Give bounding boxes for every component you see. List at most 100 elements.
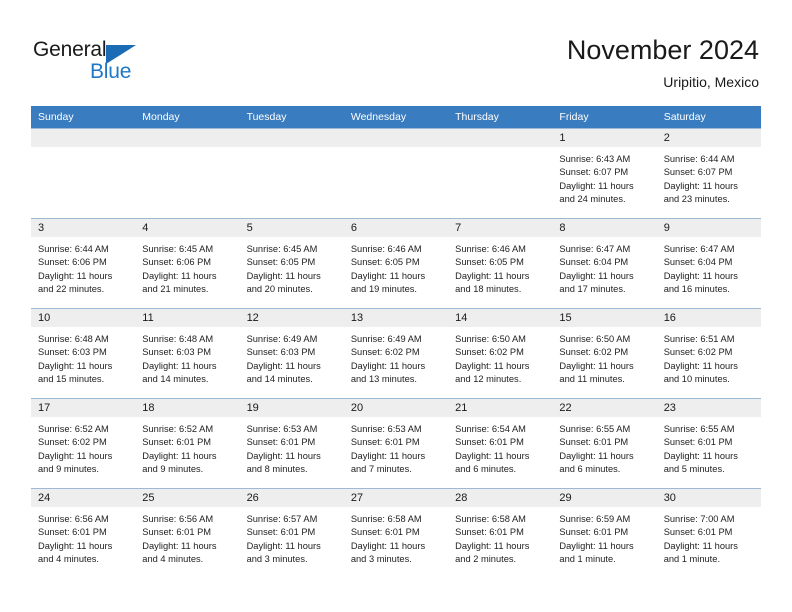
calendar-day-cell[interactable]: 2 Sunrise: 6:44 AM Sunset: 6:07 PM Daylight… <box>656 128 761 219</box>
sunrise-text: Sunrise: 6:48 AM <box>38 334 109 344</box>
calendar-day-cell[interactable]: 3 Sunrise: 6:44 AM Sunset: 6:06 PM Daylight… <box>31 218 136 309</box>
calendar-day-cell[interactable]: 19 Sunrise: 6:53 AM Sunset: 6:01 PM Dayligh… <box>239 398 344 489</box>
day-number: 23 <box>656 399 761 417</box>
general-blue-logo[interactable]: General Blue <box>33 38 163 84</box>
calendar-day-cell[interactable]: 14 Sunrise: 6:50 AM Sunset: 6:02 PM Dayligh… <box>448 308 553 399</box>
daylight-text-line1: Daylight: 11 hours <box>663 180 738 191</box>
day-number: 9 <box>656 219 761 237</box>
sunset-text: Sunset: 6:03 PM <box>38 347 107 358</box>
calendar-day-cell[interactable]: 18 Sunrise: 6:52 AM Sunset: 6:01 PM Dayligh… <box>135 398 240 489</box>
day-number: 20 <box>343 399 449 417</box>
day-number: 27 <box>343 489 449 507</box>
calendar-day-cell[interactable]: 5 Sunrise: 6:45 AM Sunset: 6:05 PM Daylight… <box>239 218 344 309</box>
calendar-day-cell[interactable]: 11 Sunrise: 6:48 AM Sunset: 6:03 PM Dayligh… <box>135 308 240 399</box>
sunrise-text: Sunrise: 6:47 AM <box>559 244 631 254</box>
calendar-page: General Blue November 2024 Uripitio, Mex… <box>0 0 792 612</box>
daylight-text-line1: Daylight: 11 hours <box>350 270 426 281</box>
sunset-text: Sunset: 6:01 PM <box>559 437 629 448</box>
calendar-day-cell[interactable]: 10 Sunrise: 6:48 AM Sunset: 6:03 PM Dayligh… <box>31 308 136 399</box>
day-details: Sunrise: 6:57 AM Sunset: 6:01 PM Daylight:… <box>240 507 344 567</box>
day-details: Sunrise: 6:55 AM Sunset: 6:01 PM Daylight:… <box>552 417 656 477</box>
calendar-day-cell[interactable]: 4 Sunrise: 6:45 AM Sunset: 6:06 PM Daylight… <box>135 218 240 309</box>
calendar-day-cell[interactable]: 23 Sunrise: 6:55 AM Sunset: 6:01 PM Dayligh… <box>656 398 761 489</box>
day-number: 13 <box>343 309 449 327</box>
daylight-text-line1: Daylight: 11 hours <box>559 540 634 551</box>
sunset-text: Sunset: 6:02 PM <box>350 347 420 358</box>
daylight-text-line2: and 3 minutes. <box>350 554 412 565</box>
sunset-text: Sunset: 6:01 PM <box>455 437 524 448</box>
calendar-body: 1 Sunrise: 6:43 AM Sunset: 6:07 PM Daylight… <box>31 128 761 579</box>
daylight-text-line1: Daylight: 11 hours <box>663 360 738 371</box>
calendar-day-cell[interactable]: 8 Sunrise: 6:47 AM Sunset: 6:04 PM Daylight… <box>552 218 657 309</box>
day-details: Sunrise: 7:00 AM Sunset: 6:01 PM Daylight:… <box>657 507 761 567</box>
day-number <box>135 129 240 147</box>
day-details: Sunrise: 6:51 AM Sunset: 6:02 PM Daylight:… <box>657 327 761 387</box>
sunset-text: Sunset: 6:01 PM <box>350 437 420 448</box>
daylight-text-line2: and 6 minutes. <box>559 464 621 475</box>
calendar-day-cell[interactable]: 1 Sunrise: 6:43 AM Sunset: 6:07 PM Daylight… <box>552 128 657 219</box>
page-header: General Blue November 2024 Uripitio, Mex… <box>0 0 792 105</box>
day-details: Sunrise: 6:45 AM Sunset: 6:06 PM Daylight:… <box>135 237 239 297</box>
day-number: 28 <box>448 489 553 507</box>
sunset-text: Sunset: 6:01 PM <box>559 527 629 538</box>
daylight-text-line1: Daylight: 11 hours <box>246 540 321 551</box>
day-details: Sunrise: 6:55 AM Sunset: 6:01 PM Daylight:… <box>657 417 761 477</box>
day-details: Sunrise: 6:50 AM Sunset: 6:02 PM Daylight:… <box>552 327 656 387</box>
sunset-text: Sunset: 6:01 PM <box>350 527 420 538</box>
daylight-text-line1: Daylight: 11 hours <box>559 180 634 191</box>
daylight-text-line2: and 14 minutes. <box>142 374 209 385</box>
calendar-week-row: 24 Sunrise: 6:56 AM Sunset: 6:01 PM Dayligh… <box>31 488 761 579</box>
daylight-text-line1: Daylight: 11 hours <box>350 450 426 461</box>
sunrise-text: Sunrise: 6:53 AM <box>246 424 318 434</box>
sunset-text: Sunset: 6:01 PM <box>246 437 316 448</box>
daylight-text-line2: and 21 minutes. <box>142 284 209 295</box>
sunrise-text: Sunrise: 6:53 AM <box>350 424 422 434</box>
daylight-text-line2: and 18 minutes. <box>455 284 522 295</box>
sunrise-text: Sunrise: 6:56 AM <box>142 514 214 524</box>
calendar-day-cell[interactable]: 17 Sunrise: 6:52 AM Sunset: 6:02 PM Dayligh… <box>31 398 136 489</box>
calendar-day-cell[interactable]: 7 Sunrise: 6:46 AM Sunset: 6:05 PM Daylight… <box>448 218 553 309</box>
daylight-text-line1: Daylight: 11 hours <box>38 540 113 551</box>
day-number <box>343 129 449 147</box>
daylight-text-line2: and 7 minutes. <box>350 464 412 475</box>
calendar-day-cell[interactable]: 28 Sunrise: 6:58 AM Sunset: 6:01 PM Dayligh… <box>448 488 553 579</box>
calendar-day-cell[interactable]: 15 Sunrise: 6:50 AM Sunset: 6:02 PM Dayligh… <box>552 308 657 399</box>
calendar-day-cell[interactable]: 16 Sunrise: 6:51 AM Sunset: 6:02 PM Dayligh… <box>656 308 761 399</box>
day-details: Sunrise: 6:45 AM Sunset: 6:05 PM Daylight:… <box>240 237 344 297</box>
calendar-day-cell[interactable]: 25 Sunrise: 6:56 AM Sunset: 6:01 PM Dayligh… <box>135 488 240 579</box>
calendar-day-cell[interactable]: 21 Sunrise: 6:54 AM Sunset: 6:01 PM Dayligh… <box>448 398 553 489</box>
daylight-text-line1: Daylight: 11 hours <box>142 360 217 371</box>
calendar-day-cell[interactable]: 27 Sunrise: 6:58 AM Sunset: 6:01 PM Dayligh… <box>343 488 449 579</box>
calendar-day-cell[interactable]: 6 Sunrise: 6:46 AM Sunset: 6:05 PM Daylight… <box>343 218 449 309</box>
page-subtitle-location: Uripitio, Mexico <box>663 74 759 90</box>
daylight-text-line2: and 2 minutes. <box>455 554 517 565</box>
daylight-text-line1: Daylight: 11 hours <box>455 540 530 551</box>
daylight-text-line2: and 23 minutes. <box>663 194 730 205</box>
sunrise-text: Sunrise: 6:47 AM <box>663 244 735 254</box>
daylight-text-line1: Daylight: 11 hours <box>38 270 113 281</box>
calendar-day-cell[interactable]: 26 Sunrise: 6:57 AM Sunset: 6:01 PM Dayligh… <box>239 488 344 579</box>
sunrise-text: Sunrise: 6:54 AM <box>455 424 526 434</box>
calendar-day-cell[interactable]: 24 Sunrise: 6:56 AM Sunset: 6:01 PM Dayligh… <box>31 488 136 579</box>
sunrise-text: Sunrise: 6:58 AM <box>350 514 422 524</box>
calendar-day-cell[interactable]: 12 Sunrise: 6:49 AM Sunset: 6:03 PM Dayligh… <box>239 308 344 399</box>
calendar-day-cell[interactable]: 29 Sunrise: 6:59 AM Sunset: 6:01 PM Dayligh… <box>552 488 657 579</box>
calendar-day-cell[interactable]: 22 Sunrise: 6:55 AM Sunset: 6:01 PM Dayligh… <box>552 398 657 489</box>
calendar-day-cell[interactable]: 30 Sunrise: 7:00 AM Sunset: 6:01 PM Dayligh… <box>656 488 761 579</box>
day-number: 21 <box>448 399 553 417</box>
calendar-day-cell[interactable]: 13 Sunrise: 6:49 AM Sunset: 6:02 PM Dayligh… <box>343 308 449 399</box>
daylight-text-line1: Daylight: 11 hours <box>142 270 217 281</box>
logo-text-general: General <box>33 38 107 61</box>
calendar-day-cell[interactable]: 9 Sunrise: 6:47 AM Sunset: 6:04 PM Daylight… <box>656 218 761 309</box>
day-number: 8 <box>552 219 657 237</box>
calendar-day-cell[interactable]: 20 Sunrise: 6:53 AM Sunset: 6:01 PM Dayligh… <box>343 398 449 489</box>
daylight-text-line1: Daylight: 11 hours <box>38 360 113 371</box>
daylight-text-line1: Daylight: 11 hours <box>38 450 113 461</box>
daylight-text-line1: Daylight: 11 hours <box>663 540 738 551</box>
daylight-text-line1: Daylight: 11 hours <box>142 450 217 461</box>
sunrise-text: Sunrise: 6:43 AM <box>559 154 631 164</box>
day-details: Sunrise: 6:54 AM Sunset: 6:01 PM Daylight:… <box>448 417 552 477</box>
sunset-text: Sunset: 6:02 PM <box>38 437 107 448</box>
day-details: Sunrise: 6:44 AM Sunset: 6:06 PM Daylight:… <box>31 237 135 297</box>
day-number: 16 <box>656 309 761 327</box>
